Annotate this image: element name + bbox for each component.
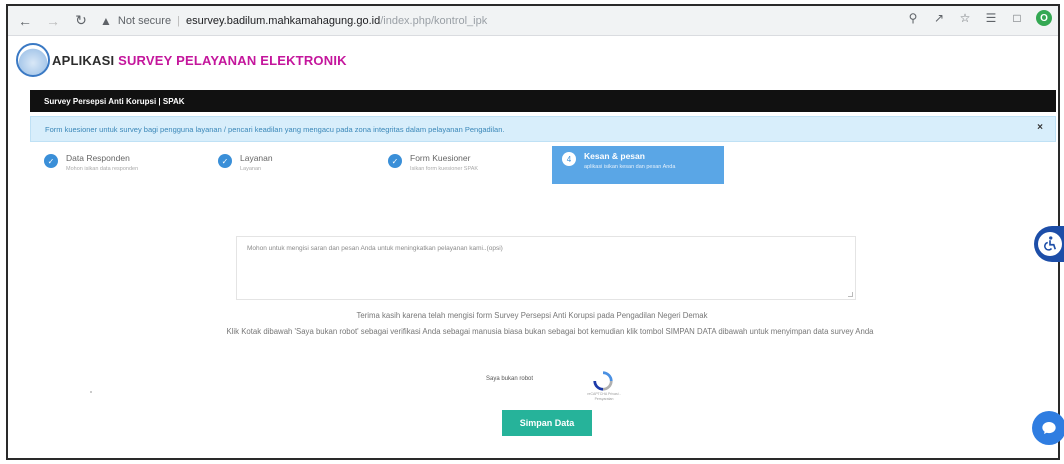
wizard-steps: ✓ Data Responden Mohon isikan data respo… [30, 146, 1056, 184]
app-title-part2: SURVEY PELAYANAN ELEKTRONIK [118, 52, 347, 68]
captcha-sub: reCAPTCHA Privasi - Persyaratan [587, 392, 621, 401]
close-icon[interactable]: × [1037, 122, 1043, 133]
step-label: Layanan [240, 153, 273, 163]
step-sub: Layanan [240, 166, 262, 172]
save-button[interactable]: Simpan Data [502, 410, 592, 436]
window-icon[interactable]: □ [1010, 11, 1024, 25]
check-icon: ✓ [44, 154, 58, 168]
accessibility-button[interactable] [1034, 226, 1064, 262]
chat-icon [1042, 422, 1056, 434]
alert-text: Form kuesioner untuk survey bagi penggun… [45, 124, 505, 134]
thanks-text: Terima kasih karena telah mengisi form S… [356, 311, 708, 320]
address-separator: | [177, 14, 180, 27]
security-label: Not secure [117, 14, 172, 27]
step-label: Form Kuesioner [410, 153, 471, 163]
step-layanan[interactable]: ✓ Layanan Layanan [218, 148, 368, 182]
forward-icon[interactable]: → [42, 10, 64, 32]
app-title-part1: APLIKASI [52, 52, 115, 68]
textarea-placeholder: Mohon untuk mengisi saran dan pesan Anda… [247, 245, 503, 252]
step-number: 4 [562, 152, 576, 166]
back-icon[interactable]: ← [14, 10, 36, 32]
step-sub: Isikan form kuesioner SPAK [410, 166, 479, 172]
chat-button[interactable] [1032, 411, 1064, 445]
instruction-text: Klik Kotak dibawah 'Saya bukan robot' se… [226, 327, 874, 336]
url-host: esurvey.badilum.mahkamahagung.go.id [185, 14, 381, 27]
section-title-bar: Survey Persepsi Anti Korupsi | SPAK [30, 90, 1056, 112]
resize-handle[interactable] [848, 292, 853, 297]
address-bar[interactable]: ▲ Not secure | esurvey.badilum.mahkamaha… [100, 10, 487, 32]
extensions-icon[interactable]: ☰ [984, 11, 998, 25]
step-label: Kesan & pesan [584, 151, 645, 161]
warning-icon: ▲ [100, 13, 112, 28]
app-logo [16, 43, 50, 77]
check-icon: ✓ [218, 154, 232, 168]
share-icon[interactable]: ↗ [932, 11, 946, 25]
bookmark-star-icon[interactable]: ☆ [958, 11, 972, 25]
section-title: Survey Persepsi Anti Korupsi | SPAK [44, 96, 185, 106]
check-icon: ✓ [388, 154, 402, 168]
browser-actions: ⚲ ↗ ☆ ☰ □ O [906, 10, 1052, 26]
browser-toolbar: ← → ↻ ▲ Not secure | esurvey.badilum.mah… [8, 6, 1058, 36]
profile-avatar[interactable]: O [1036, 10, 1052, 26]
browser-window: ← → ↻ ▲ Not secure | esurvey.badilum.mah… [6, 4, 1060, 460]
recaptcha-icon[interactable] [592, 370, 614, 392]
accessibility-icon [1038, 232, 1062, 256]
info-alert: Form kuesioner untuk survey bagi penggun… [30, 116, 1056, 142]
step-form-kuesioner[interactable]: ✓ Form Kuesioner Isikan form kuesioner S… [388, 148, 548, 182]
zoom-icon[interactable]: ⚲ [906, 11, 920, 25]
step-kesan-pesan[interactable]: 4 Kesan & pesan aplikasi isikan kesan da… [552, 146, 724, 184]
step-data-responden[interactable]: ✓ Data Responden Mohon isikan data respo… [44, 148, 194, 182]
captcha-label[interactable]: Saya bukan robot [486, 376, 533, 382]
reload-icon[interactable]: ↻ [70, 10, 92, 32]
decorative-dot [90, 391, 92, 393]
step-sub: aplikasi isikan kesan dan pesan Anda [584, 164, 676, 170]
step-sub: Mohon isikan data responden [66, 166, 139, 172]
app-header: APLIKASI SURVEY PELAYANAN ELEKTRONIK [8, 36, 1058, 84]
step-label: Data Responden [66, 153, 130, 163]
app-title: APLIKASI SURVEY PELAYANAN ELEKTRONIK [52, 53, 347, 68]
url-path: /index.php/kontrol_ipk [380, 14, 488, 27]
message-textarea[interactable]: Mohon untuk mengisi saran dan pesan Anda… [236, 236, 856, 300]
